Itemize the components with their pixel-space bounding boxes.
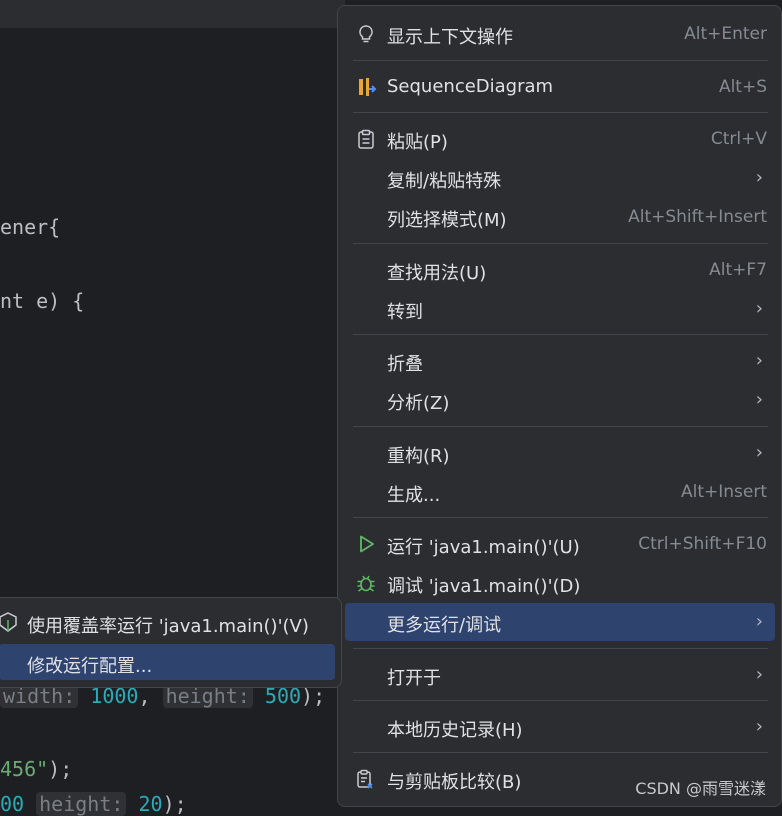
menu-separator <box>353 334 768 335</box>
submenu-arrow-icon: › <box>755 167 763 188</box>
menu-item-paste[interactable]: 粘贴(P) Ctrl+V <box>345 120 775 158</box>
menu-item-label: 打开于 <box>387 668 441 689</box>
shortcut-label: Alt+Enter <box>684 24 767 44</box>
submenu-arrow-icon: › <box>755 298 763 319</box>
submenu-item-run-with-coverage[interactable]: 使用覆盖率运行 'java1.main()'(V) <box>0 604 335 640</box>
code-line: 00 height: 20); <box>0 792 187 816</box>
menu-item-debug[interactable]: 调试 'java1.main()'(D) <box>345 564 775 602</box>
menu-item-local-history[interactable]: 本地历史记录(H) › <box>345 708 775 746</box>
menu-item-find-usages[interactable]: 查找用法(U) Alt+F7 <box>345 251 775 289</box>
shortcut-label: Alt+S <box>718 77 767 97</box>
menu-separator <box>353 243 768 244</box>
clipboard-icon <box>358 129 374 149</box>
menu-separator <box>353 752 768 753</box>
submenu-arrow-icon: › <box>755 389 763 410</box>
menu-item-label: 折叠 <box>387 354 423 375</box>
watermark: CSDN @雨雪迷漾 <box>635 779 766 798</box>
debug-icon <box>357 575 375 592</box>
run-debug-submenu: 使用覆盖率运行 'java1.main()'(V) 修改运行配置... <box>0 597 342 688</box>
submenu-arrow-icon: › <box>755 350 763 371</box>
menu-item-generate[interactable]: 生成... Alt+Insert <box>345 473 775 511</box>
menu-item-label: 复制/粘贴特殊 <box>387 171 502 192</box>
coverage-icon <box>0 612 17 632</box>
shortcut-label: Alt+Insert <box>680 482 767 502</box>
menu-item-label: 查找用法(U) <box>387 263 487 284</box>
compare-clipboard-icon <box>357 769 373 789</box>
menu-item-run[interactable]: 运行 'java1.main()'(U) Ctrl+Shift+F10 <box>345 525 775 563</box>
menu-item-open-in[interactable]: 打开于 › <box>345 656 775 694</box>
shortcut-label: Alt+F7 <box>709 260 767 280</box>
menu-separator <box>353 60 768 61</box>
lightbulb-icon <box>359 25 373 43</box>
context-menu: 显示上下文操作 Alt+Enter SequenceDiagram Alt+S … <box>337 5 782 807</box>
menu-item-more-run-debug[interactable]: 更多运行/调试 › <box>345 603 775 641</box>
submenu-item-modify-run-config[interactable]: 修改运行配置... <box>0 644 335 680</box>
menu-item-column-selection-mode[interactable]: 列选择模式(M) Alt+Shift+Insert <box>345 198 775 236</box>
menu-item-refactor[interactable]: 重构(R) › <box>345 434 775 472</box>
menu-item-label: 显示上下文操作 <box>387 27 513 48</box>
menu-item-label: 本地历史记录(H) <box>387 720 523 741</box>
menu-separator <box>353 517 768 518</box>
menu-separator <box>353 426 768 427</box>
run-icon <box>360 535 374 553</box>
editor-tab-bar <box>0 0 345 28</box>
shortcut-label: Ctrl+Shift+F10 <box>638 534 767 554</box>
menu-item-show-context-actions[interactable]: 显示上下文操作 Alt+Enter <box>345 15 775 53</box>
menu-item-goto[interactable]: 转到 › <box>345 290 775 328</box>
shortcut-label: Ctrl+V <box>710 129 767 149</box>
menu-item-label: 列选择模式(M) <box>387 210 507 231</box>
submenu-arrow-icon: › <box>755 664 763 685</box>
submenu-arrow-icon: › <box>755 611 763 632</box>
sequence-diagram-icon <box>359 78 377 96</box>
menu-item-label: 与剪贴板比较(B) <box>387 772 522 793</box>
submenu-item-label: 修改运行配置... <box>27 656 153 677</box>
menu-item-label: 运行 'java1.main()'(U) <box>387 537 580 558</box>
code-line: nt e) { <box>0 289 85 313</box>
menu-separator <box>353 700 768 701</box>
menu-item-analyze[interactable]: 分析(Z) › <box>345 381 775 419</box>
submenu-arrow-icon: › <box>755 716 763 737</box>
code-line: ener{ <box>0 215 61 239</box>
shortcut-label: Alt+Shift+Insert <box>628 207 767 227</box>
menu-item-label: 粘贴(P) <box>387 132 448 153</box>
submenu-item-label: 使用覆盖率运行 'java1.main()'(V) <box>27 616 309 637</box>
menu-item-label: SequenceDiagram <box>387 76 554 97</box>
menu-item-label: 生成... <box>387 485 441 506</box>
menu-separator <box>353 648 768 649</box>
submenu-arrow-icon: › <box>755 442 763 463</box>
menu-item-copy-paste-special[interactable]: 复制/粘贴特殊 › <box>345 159 775 197</box>
code-line: 456"); <box>0 757 73 781</box>
menu-item-sequence-diagram[interactable]: SequenceDiagram Alt+S <box>345 68 775 106</box>
menu-item-label: 重构(R) <box>387 446 450 467</box>
menu-item-label: 调试 'java1.main()'(D) <box>387 576 581 597</box>
menu-item-label: 分析(Z) <box>387 393 450 414</box>
menu-item-label: 更多运行/调试 <box>387 615 502 636</box>
menu-item-label: 转到 <box>387 302 423 323</box>
menu-separator <box>353 112 768 113</box>
menu-item-folding[interactable]: 折叠 › <box>345 342 775 380</box>
